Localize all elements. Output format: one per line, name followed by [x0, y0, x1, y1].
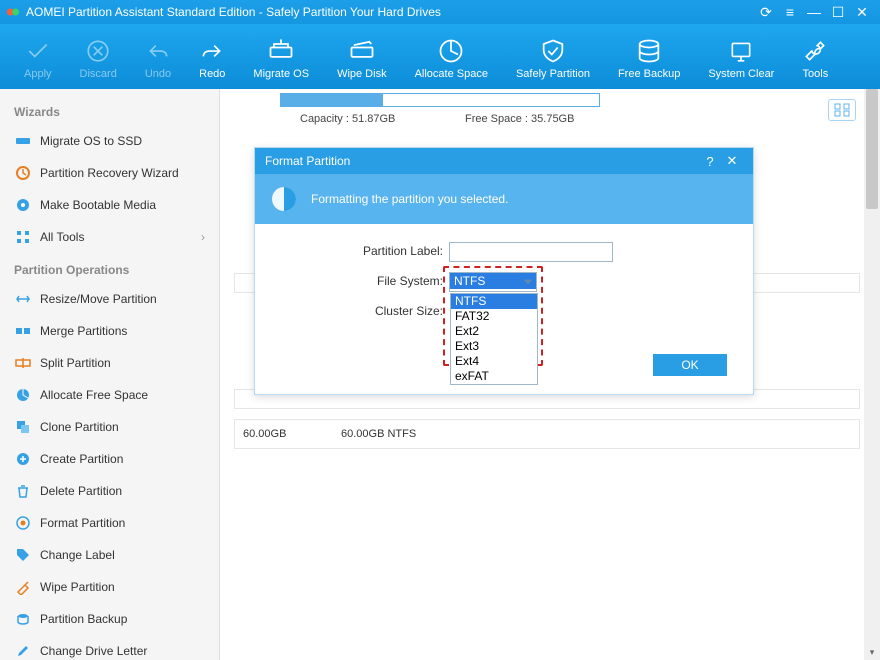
file-system-label: File System:	[275, 272, 449, 288]
scrollbar-thumb[interactable]	[866, 89, 878, 209]
sidebar-wizard-bootable[interactable]: Make Bootable Media	[8, 189, 211, 221]
dialog-close-button[interactable]: ✕	[721, 153, 743, 169]
op-backup[interactable]: Partition Backup	[8, 603, 211, 635]
dialog-title: Format Partition	[265, 154, 350, 168]
sidebar-all-tools[interactable]: All Tools›	[8, 221, 211, 253]
ops-header: Partition Operations	[8, 253, 211, 283]
capacity-bar	[280, 93, 600, 107]
toolbar-tools[interactable]: Tools	[788, 34, 842, 80]
app-logo-icon	[6, 5, 20, 19]
fs-option-fat32[interactable]: FAT32	[451, 309, 537, 324]
format-icon	[14, 514, 32, 532]
window-titlebar: AOMEI Partition Assistant Standard Editi…	[0, 0, 880, 24]
wizards-header: Wizards	[8, 95, 211, 125]
op-clone[interactable]: Clone Partition	[8, 411, 211, 443]
toolbar-undo[interactable]: Undo	[131, 34, 185, 80]
backup-icon	[14, 610, 32, 628]
cluster-size-label: Cluster Size:	[275, 302, 449, 318]
fs-option-exfat[interactable]: exFAT	[451, 369, 537, 384]
dialog-titlebar: Format Partition ? ✕	[255, 148, 753, 174]
row-desc: 60.00GB NTFS	[333, 428, 416, 440]
toolbar-system-clear[interactable]: System Clear	[694, 34, 788, 80]
format-banner-icon	[269, 184, 299, 214]
toolbar-apply[interactable]: Apply	[10, 34, 66, 80]
op-format[interactable]: Format Partition	[8, 507, 211, 539]
partition-label-label: Partition Label:	[275, 242, 449, 258]
dialog-banner: Formatting the partition you selected.	[255, 174, 753, 224]
view-mode-button[interactable]	[828, 99, 856, 121]
media-icon	[14, 196, 32, 214]
format-partition-dialog: Format Partition ? ✕ Formatting the part…	[254, 147, 754, 395]
recovery-icon	[14, 164, 32, 182]
capacity-panel: Capacity : 51.87GB Free Space : 35.75GB	[250, 89, 860, 137]
toolbar-safely-partition[interactable]: Safely Partition	[502, 34, 604, 80]
dialog-banner-text: Formatting the partition you selected.	[311, 192, 508, 206]
help-button[interactable]: ?	[699, 154, 721, 169]
partition-label-input[interactable]	[449, 242, 613, 262]
broom-icon	[14, 578, 32, 596]
maximize-button[interactable]: ☐	[826, 4, 850, 21]
vertical-scrollbar[interactable]: ▾	[864, 89, 880, 660]
op-drive-letter[interactable]: Change Drive Letter	[8, 635, 211, 660]
sidebar: Wizards Migrate OS to SSD Partition Reco…	[0, 89, 220, 660]
main-toolbar: Apply Discard Undo Redo Migrate OS Wipe …	[0, 24, 880, 89]
pie-icon	[14, 386, 32, 404]
window-title: AOMEI Partition Assistant Standard Editi…	[26, 5, 754, 19]
toolbar-free-backup[interactable]: Free Backup	[604, 34, 694, 80]
sidebar-wizard-recovery[interactable]: Partition Recovery Wizard	[8, 157, 211, 189]
merge-icon	[14, 322, 32, 340]
op-change-label[interactable]: Change Label	[8, 539, 211, 571]
op-wipe[interactable]: Wipe Partition	[8, 571, 211, 603]
resize-icon	[14, 290, 32, 308]
op-resize-move[interactable]: Resize/Move Partition	[8, 283, 211, 315]
menu-icon[interactable]: ≡	[778, 4, 802, 20]
plus-icon	[14, 450, 32, 468]
fs-option-ext3[interactable]: Ext3	[451, 339, 537, 354]
tag-icon	[14, 546, 32, 564]
op-delete[interactable]: Delete Partition	[8, 475, 211, 507]
toolbar-migrate-os[interactable]: Migrate OS	[239, 34, 323, 80]
partition-row[interactable]: 60.00GB 60.00GB NTFS	[234, 419, 860, 449]
toolbar-discard[interactable]: Discard	[66, 34, 131, 80]
minimize-button[interactable]: —	[802, 4, 826, 20]
sidebar-wizard-migrate-os[interactable]: Migrate OS to SSD	[8, 125, 211, 157]
toolbar-allocate-space[interactable]: Allocate Space	[401, 34, 502, 80]
dropdown-arrow-icon	[522, 276, 534, 288]
file-system-combobox[interactable]: NTFS NTFS FAT32 Ext2 Ext3 Ext4 exFAT	[449, 272, 537, 292]
row-size: 60.00GB	[235, 428, 333, 440]
pencil-icon	[14, 642, 32, 660]
fs-option-ntfs[interactable]: NTFS	[451, 294, 537, 309]
op-split[interactable]: Split Partition	[8, 347, 211, 379]
file-system-dropdown: NTFS FAT32 Ext2 Ext3 Ext4 exFAT	[450, 293, 538, 385]
toolbar-redo[interactable]: Redo	[185, 34, 239, 80]
op-merge[interactable]: Merge Partitions	[8, 315, 211, 347]
op-allocate[interactable]: Allocate Free Space	[8, 379, 211, 411]
clone-icon	[14, 418, 32, 436]
capacity-label: Capacity : 51.87GB	[300, 113, 395, 125]
scroll-down-arrow[interactable]: ▾	[864, 644, 880, 660]
toolbar-wipe-disk[interactable]: Wipe Disk	[323, 34, 401, 80]
grid-icon	[14, 228, 32, 246]
trash-icon	[14, 482, 32, 500]
freespace-label: Free Space : 35.75GB	[465, 113, 574, 125]
close-button[interactable]: ✕	[850, 4, 874, 21]
split-icon	[14, 354, 32, 372]
chevron-right-icon: ›	[201, 230, 205, 244]
refresh-icon[interactable]: ⟳	[754, 4, 778, 21]
op-create[interactable]: Create Partition	[8, 443, 211, 475]
ok-button[interactable]: OK	[653, 354, 727, 376]
fs-option-ext4[interactable]: Ext4	[451, 354, 537, 369]
ssd-icon	[14, 132, 32, 150]
fs-option-ext2[interactable]: Ext2	[451, 324, 537, 339]
